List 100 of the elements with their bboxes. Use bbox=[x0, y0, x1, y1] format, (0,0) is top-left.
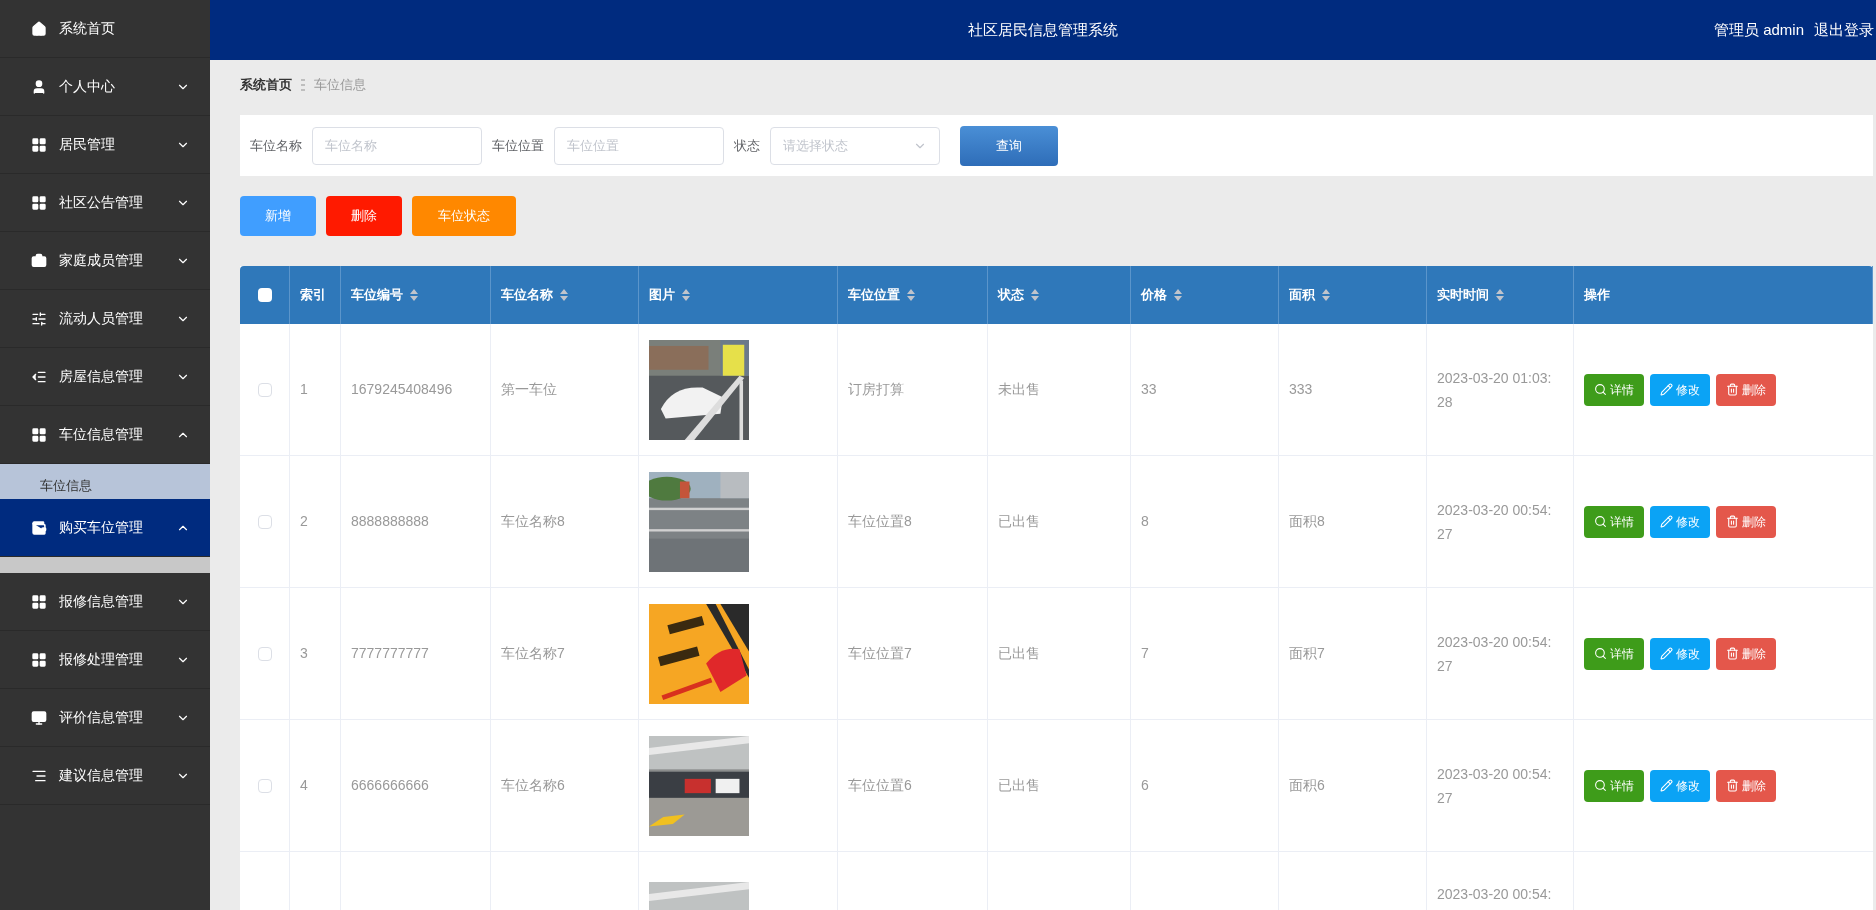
table-cell-text: 333 bbox=[1289, 380, 1313, 399]
column-header[interactable]: 价格 bbox=[1131, 266, 1279, 324]
pencil-icon bbox=[1660, 515, 1673, 528]
column-header[interactable]: 车位名称 bbox=[491, 266, 639, 324]
grid-icon bbox=[31, 651, 47, 668]
table-cell-text: 7777777777 bbox=[351, 644, 429, 663]
column-header[interactable]: 面积 bbox=[1279, 266, 1427, 324]
detail-button[interactable]: 详情 bbox=[1584, 373, 1644, 406]
table-cell-text: 未出售 bbox=[998, 380, 1040, 399]
sidebar-item[interactable]: 购买车位管理 bbox=[0, 499, 210, 557]
detail-button[interactable]: 详情 bbox=[1584, 769, 1644, 802]
sort-icon[interactable] bbox=[1173, 288, 1183, 302]
wallet-icon bbox=[31, 519, 47, 536]
grid-icon bbox=[31, 136, 47, 153]
table-cell-text: 2023-03-20 00:54:27 bbox=[1437, 500, 1553, 544]
trash-icon bbox=[1726, 647, 1739, 660]
grid-icon bbox=[31, 194, 47, 211]
table-cell-text: 6666666666 bbox=[351, 776, 429, 795]
table-cell-text: 2023-03-20 00:54: bbox=[1437, 885, 1553, 904]
sidebar-item[interactable]: 建议信息管理 bbox=[0, 747, 210, 805]
delete-button[interactable]: 删除 bbox=[1716, 505, 1776, 538]
edit-button[interactable]: 修改 bbox=[1650, 769, 1710, 802]
table-cell-text: 1 bbox=[300, 380, 308, 399]
column-header[interactable]: 图片 bbox=[639, 266, 838, 324]
sidebar-item[interactable]: 评价信息管理 bbox=[0, 689, 210, 747]
table-cell-text: 2023-03-20 01:03:28 bbox=[1437, 368, 1553, 412]
grid-icon bbox=[31, 426, 47, 443]
sidebar-item[interactable]: 报修处理管理 bbox=[0, 631, 210, 689]
table-cell-text: 面积7 bbox=[1289, 644, 1325, 663]
logout-link[interactable]: 退出登录 bbox=[1814, 18, 1874, 42]
table-cell-text: 订房打算 bbox=[848, 380, 904, 399]
column-header[interactable]: 车位位置 bbox=[838, 266, 988, 324]
delete-button[interactable]: 删除 bbox=[1716, 373, 1776, 406]
pencil-icon bbox=[1660, 383, 1673, 396]
submenu-item[interactable]: 车位信息 bbox=[0, 464, 210, 499]
table-cell-text: 3 bbox=[300, 644, 308, 663]
row-checkbox[interactable] bbox=[257, 646, 272, 661]
sort-icon[interactable] bbox=[409, 288, 419, 302]
delete-button[interactable]: 删除 bbox=[1716, 637, 1776, 670]
sort-icon[interactable] bbox=[1321, 288, 1331, 302]
sort-icon[interactable] bbox=[559, 288, 569, 302]
table-cell-text: 2 bbox=[300, 512, 308, 531]
search-icon bbox=[1594, 647, 1607, 660]
sidebar-item[interactable]: 房屋信息管理 bbox=[0, 348, 210, 406]
field-label: 车位位置 bbox=[492, 136, 544, 155]
user-label: 管理员 admin bbox=[1713, 19, 1804, 40]
table-cell-text: 2023-03-20 00:54:27 bbox=[1437, 764, 1553, 808]
sort-icon[interactable] bbox=[906, 288, 916, 302]
home-icon bbox=[31, 20, 47, 37]
sidebar-item[interactable]: 居民管理 bbox=[0, 116, 210, 174]
column-header[interactable]: 操作 bbox=[1574, 266, 1873, 324]
edit-button[interactable]: 修改 bbox=[1650, 505, 1710, 538]
table-cell-text: 2023-03-20 00:54:27 bbox=[1437, 632, 1553, 676]
table-cell-text: 面积8 bbox=[1289, 512, 1325, 531]
status-button[interactable]: 车位状态 bbox=[412, 196, 516, 236]
table-cell-text: 车位名称6 bbox=[501, 776, 565, 795]
edit-button[interactable]: 修改 bbox=[1650, 637, 1710, 670]
breadcrumb-item[interactable]: 车位信息 bbox=[314, 75, 366, 95]
breadcrumb-item[interactable]: 系统首页 bbox=[240, 75, 292, 95]
sort-icon[interactable] bbox=[1495, 288, 1505, 302]
search-field[interactable]: 车位名称 bbox=[312, 126, 482, 165]
sidebar-item[interactable]: 报修信息管理 bbox=[0, 573, 210, 631]
detail-button[interactable]: 详情 bbox=[1584, 505, 1644, 538]
delete-button[interactable]: 删除 bbox=[1716, 769, 1776, 802]
table-cell-text: 面积6 bbox=[1289, 776, 1325, 795]
pencil-icon bbox=[1660, 647, 1673, 660]
sidebar-item[interactable]: 流动人员管理 bbox=[0, 290, 210, 348]
column-header[interactable]: 车位编号 bbox=[341, 266, 491, 324]
select-all-checkbox[interactable] bbox=[257, 288, 272, 302]
sliders-icon bbox=[31, 310, 47, 327]
table-cell-text: 车位位置8 bbox=[848, 512, 912, 531]
row-checkbox[interactable] bbox=[257, 382, 272, 397]
trash-icon bbox=[1726, 779, 1739, 792]
delete-button[interactable]: 删除 bbox=[326, 196, 402, 236]
table-cell-text: 6 bbox=[1141, 776, 1149, 795]
sidebar-item[interactable]: 个人中心 bbox=[0, 58, 210, 116]
column-header[interactable]: 索引 bbox=[290, 266, 341, 324]
add-button[interactable]: 新增 bbox=[240, 196, 316, 236]
table-cell-text: 8888888888 bbox=[351, 512, 429, 531]
sidebar-item[interactable]: 家庭成员管理 bbox=[0, 232, 210, 290]
table-cell-text: 车位名称7 bbox=[501, 644, 565, 663]
trash-icon bbox=[1726, 515, 1739, 528]
search-field[interactable]: 车位位置 bbox=[554, 126, 724, 165]
separator-icon bbox=[301, 79, 305, 91]
row-checkbox[interactable] bbox=[257, 514, 272, 529]
column-header[interactable]: 状态 bbox=[988, 266, 1131, 324]
search-icon bbox=[1594, 515, 1607, 528]
column-header[interactable]: 实时时间 bbox=[1427, 266, 1574, 324]
sidebar-item[interactable]: 社区公告管理 bbox=[0, 174, 210, 232]
edit-button[interactable]: 修改 bbox=[1650, 373, 1710, 406]
detail-button[interactable]: 详情 bbox=[1584, 637, 1644, 670]
pencil-icon bbox=[1660, 779, 1673, 792]
query-button[interactable]: 查询 bbox=[960, 125, 1058, 166]
table-cell-text: 车位位置7 bbox=[848, 644, 912, 663]
sort-icon[interactable] bbox=[1030, 288, 1040, 302]
sort-icon[interactable] bbox=[681, 288, 691, 302]
app-title: 社区居民信息管理系统 bbox=[968, 19, 1118, 40]
row-checkbox[interactable] bbox=[257, 778, 272, 793]
field-label: 车位名称 bbox=[250, 136, 302, 155]
search-icon bbox=[1594, 779, 1607, 792]
